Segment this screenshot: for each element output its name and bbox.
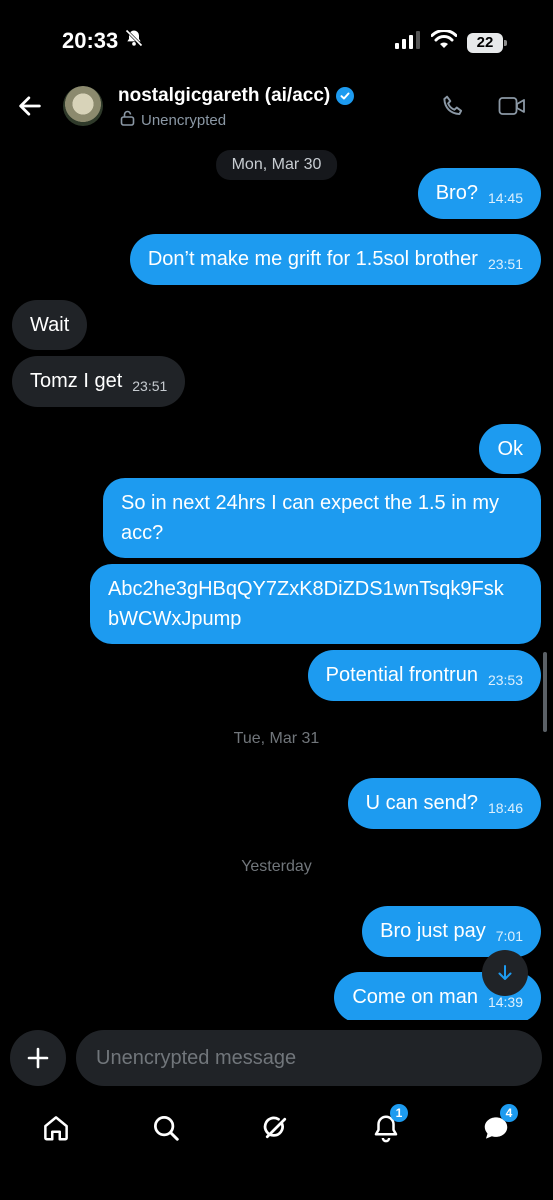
message-bubble-outgoing[interactable]: Abc2he3gHBqQY7ZxK8DiZDS1wnTsqk9Fsk bWCWx… bbox=[90, 564, 541, 644]
contact-name-label: nostalgicgareth (ai/acc) bbox=[118, 85, 331, 106]
battery-icon: 22 bbox=[467, 32, 507, 53]
phone-icon bbox=[443, 95, 463, 116]
message-time: 7:01 bbox=[495, 928, 523, 944]
nav-home[interactable] bbox=[36, 1108, 76, 1148]
message-text-line: So in next 24hrs I can expect the 1.5 in… bbox=[121, 492, 499, 514]
date-separator: Mon, Mar 30 bbox=[215, 150, 338, 180]
message-text-line: bWCWxJpump bbox=[108, 608, 242, 630]
call-button[interactable] bbox=[440, 94, 466, 120]
status-bar: 20:33 22 bbox=[0, 0, 553, 80]
nav-notifications[interactable]: 1 bbox=[366, 1104, 408, 1148]
message-bubble-outgoing[interactable]: Potential frontrun 23:53 bbox=[307, 650, 541, 701]
message-bubble-outgoing[interactable]: Ok bbox=[479, 424, 541, 474]
clock-label: 20:33 bbox=[62, 28, 119, 53]
message-text: U can send? bbox=[365, 792, 478, 814]
encryption-status: Unencrypted bbox=[120, 110, 226, 130]
message-bubble-outgoing[interactable]: U can send? 18:46 bbox=[347, 778, 541, 829]
message-time: 14:45 bbox=[487, 190, 523, 206]
message-bubble-outgoing[interactable]: So in next 24hrs I can expect the 1.5 in… bbox=[103, 478, 541, 558]
message-composer bbox=[0, 1028, 553, 1092]
date-separator: Tue, Mar 31 bbox=[233, 730, 320, 747]
back-arrow-icon bbox=[19, 96, 41, 116]
status-time: 20:33 bbox=[62, 28, 144, 54]
message-list[interactable]: Mon, Mar 30 Bro? 14:45 Don’t make me grif… bbox=[0, 140, 553, 1020]
message-text: Tomz I get bbox=[30, 370, 123, 392]
message-time: 23:51 bbox=[487, 256, 523, 272]
home-icon bbox=[44, 1116, 68, 1141]
message-text: Come on man bbox=[352, 986, 478, 1008]
video-icon bbox=[498, 97, 525, 115]
message-input[interactable] bbox=[76, 1030, 542, 1086]
avatar[interactable] bbox=[63, 86, 103, 126]
message-text: Bro just pay bbox=[380, 920, 486, 942]
message-text: Potential frontrun bbox=[325, 664, 478, 686]
video-call-button[interactable] bbox=[498, 94, 526, 118]
back-button[interactable] bbox=[16, 92, 44, 120]
messages-badge: 4 bbox=[500, 1104, 518, 1122]
signal-icon bbox=[395, 31, 421, 54]
date-separator: Yesterday bbox=[241, 858, 312, 875]
message-text: Bro? bbox=[435, 182, 478, 204]
scrollbar[interactable] bbox=[543, 652, 547, 732]
add-media-button[interactable] bbox=[10, 1030, 66, 1086]
message-time: 18:46 bbox=[487, 800, 523, 816]
message-time: 23:53 bbox=[487, 672, 523, 688]
message-text: Wait bbox=[30, 314, 70, 336]
contact-name[interactable]: nostalgicgareth (ai/acc) bbox=[118, 85, 355, 107]
conversation-header: nostalgicgareth (ai/acc) Unencrypted bbox=[0, 80, 553, 136]
nav-search[interactable] bbox=[146, 1108, 186, 1148]
message-time: 23:51 bbox=[132, 378, 168, 394]
nav-grok[interactable] bbox=[256, 1108, 296, 1148]
message-bubble-outgoing[interactable]: Bro just pay 7:01 bbox=[362, 906, 541, 957]
message-text-line: Abc2he3gHBqQY7ZxK8DiZDS1wnTsqk9Fsk bbox=[108, 578, 504, 600]
scroll-to-bottom-button[interactable] bbox=[482, 950, 528, 996]
plus-icon bbox=[27, 1047, 49, 1069]
verified-badge-icon bbox=[336, 87, 355, 105]
lock-open-icon bbox=[120, 110, 135, 130]
battery-level: 22 bbox=[476, 34, 494, 51]
status-icons: 22 bbox=[395, 29, 507, 55]
encryption-label: Unencrypted bbox=[141, 111, 227, 129]
message-text: Don’t make me grift for 1.5sol brother bbox=[147, 248, 478, 270]
message-bubble-outgoing[interactable]: Don’t make me grift for 1.5sol brother 23… bbox=[129, 234, 541, 285]
notifications-badge: 1 bbox=[390, 1104, 408, 1122]
wifi-icon bbox=[430, 29, 458, 55]
message-bubble-incoming[interactable]: Tomz I get 23:51 bbox=[12, 356, 186, 407]
grok-icon bbox=[263, 1116, 287, 1139]
message-text: Ok bbox=[497, 438, 523, 460]
search-icon bbox=[154, 1116, 179, 1141]
nav-messages[interactable]: 4 bbox=[476, 1104, 518, 1148]
message-text-line: acc? bbox=[121, 522, 164, 544]
message-bubble-outgoing[interactable]: Bro? 14:45 bbox=[417, 168, 541, 219]
arrow-down-icon bbox=[498, 965, 512, 980]
bottom-navigation: 1 4 bbox=[0, 1100, 553, 1160]
message-bubble-incoming[interactable]: Wait bbox=[12, 300, 88, 350]
bell-slash-icon bbox=[124, 28, 144, 54]
message-time: 14:39 bbox=[487, 994, 523, 1010]
